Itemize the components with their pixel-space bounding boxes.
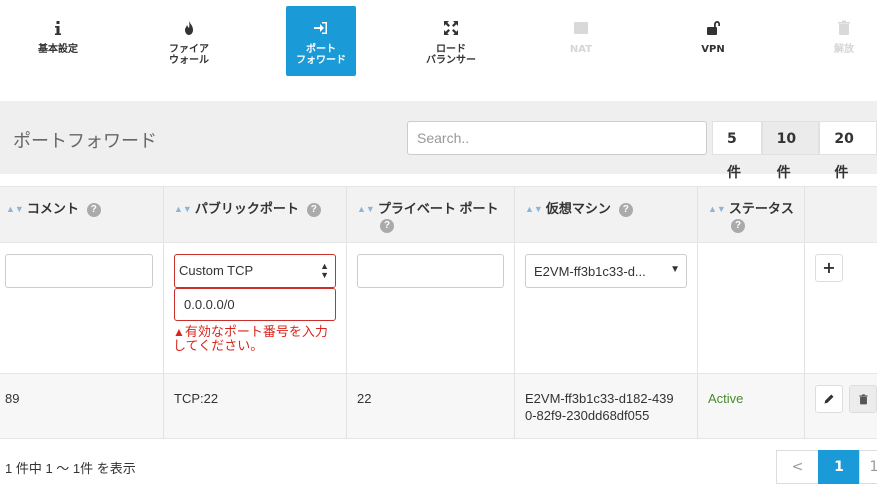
column-status[interactable]: ▲▼ ステータス ? <box>698 187 805 243</box>
vpn-button[interactable]: VPN <box>678 6 748 76</box>
help-icon[interactable]: ? <box>380 219 394 233</box>
row-vm-line-1: E2VM-ff3b1c33-d182-439 <box>525 391 674 406</box>
divider <box>163 243 164 374</box>
private-port-input[interactable] <box>357 254 504 288</box>
search-input[interactable] <box>407 121 707 155</box>
port-forward-label-2: フォワード <box>296 55 346 66</box>
page-size-10-button[interactable]: 10件 <box>761 121 820 181</box>
help-icon[interactable]: ? <box>306 203 321 217</box>
edit-button[interactable] <box>815 385 843 413</box>
page-size-group: 5件 10件 20件 <box>712 121 877 181</box>
column-vm-label: 仮想マシン <box>545 201 611 216</box>
caret-down-icon: ▼ <box>670 264 680 275</box>
sort-icon: ▲▼ <box>174 204 192 214</box>
cidr-input-value: 0.0.0.0/0 <box>184 297 235 312</box>
select-arrows-icon: ▲ ▼ <box>320 261 329 280</box>
nat-label: NAT <box>569 44 593 55</box>
protocol-select-value: Custom TCP <box>179 263 254 278</box>
column-private-port[interactable]: ▲▼ プライベート ポート ? <box>347 187 515 243</box>
release-label: 解放 <box>834 44 854 55</box>
trash-icon <box>858 389 869 408</box>
divider <box>697 243 698 374</box>
warning-icon: ▲ <box>173 325 185 339</box>
divider <box>346 243 347 374</box>
page-title: ポートフォワード <box>13 131 157 151</box>
divider <box>697 374 698 439</box>
divider <box>804 374 805 439</box>
sort-icon: ▲▼ <box>525 204 543 214</box>
sign-in-icon <box>286 20 356 40</box>
load-balancer-button[interactable]: ロード バランサー <box>416 6 486 76</box>
nat-icon <box>546 20 616 40</box>
port-error-message: ▲有効なポート番号を入力してください。 <box>173 325 338 352</box>
column-private-port-label: プライベート ポート <box>377 201 499 216</box>
port-forward-button[interactable]: ポート フォワード <box>286 6 356 76</box>
row-public-port: TCP:22 <box>174 391 219 406</box>
pagination-info: 1 件中 1 ～ 1件 を表示 <box>5 461 136 476</box>
firewall-label-2: ウォール <box>169 55 209 66</box>
page-size-5-button[interactable]: 5件 <box>712 121 762 181</box>
divider <box>163 374 164 439</box>
basic-settings-button[interactable]: 基本設定 <box>23 6 93 76</box>
help-icon[interactable]: ? <box>618 203 633 217</box>
prev-page-button[interactable]: < <box>776 450 819 484</box>
column-comment-label: コメント <box>26 201 79 216</box>
port-forward-label-1: ポート <box>306 44 336 55</box>
help-icon[interactable]: ? <box>86 203 101 217</box>
title-bar: ポートフォワード 5件 10件 20件 <box>0 101 877 181</box>
sort-icon: ▲▼ <box>6 204 24 214</box>
column-actions <box>805 187 877 243</box>
cidr-input[interactable]: 0.0.0.0/0 <box>174 288 336 321</box>
firewall-label-1: ファイア <box>169 44 209 55</box>
info-icon <box>23 20 93 40</box>
help-icon[interactable]: ? <box>731 219 745 233</box>
page-1-button[interactable]: 1 <box>818 450 860 484</box>
divider <box>804 243 805 374</box>
fire-icon <box>154 20 224 40</box>
sort-icon: ▲▼ <box>357 204 375 214</box>
vm-select[interactable]: E2VM-ff3b1c33-d... ▼ <box>525 254 687 288</box>
row-status: Active <box>708 391 744 406</box>
firewall-button[interactable]: ファイア ウォール <box>154 6 224 76</box>
next-page-button[interactable]: 1 <box>859 450 877 484</box>
table-header: ▲▼ コメント? ▲▼ パブリックポート? ▲▼ プライベート ポート ? ▲▼ 仮想マ… <box>0 186 877 243</box>
page-size-20-button[interactable]: 20件 <box>819 121 877 181</box>
top-toolbar: 基本設定 ファイア ウォール ポート フォワード ロード バランサー NAT V… <box>0 0 877 100</box>
table-row: 89 TCP:22 22 E2VM-ff3b1c33-d182-439 0-82… <box>0 373 877 439</box>
protocol-select[interactable]: Custom TCP ▲ ▼ <box>174 254 336 288</box>
row-vm: E2VM-ff3b1c33-d182-439 0-82f9-230dd68df0… <box>525 390 674 424</box>
vm-select-value: E2VM-ff3b1c33-d... <box>534 264 646 279</box>
divider <box>346 374 347 439</box>
pencil-icon <box>823 389 835 408</box>
nat-button[interactable]: NAT <box>546 6 616 76</box>
load-balancer-label-1: ロード <box>436 44 466 55</box>
basic-settings-label: 基本設定 <box>38 44 78 55</box>
divider <box>514 243 515 374</box>
sort-icon: ▲▼ <box>708 204 726 214</box>
delete-button[interactable] <box>849 385 877 413</box>
add-rule-button[interactable]: + <box>815 254 843 282</box>
row-comment: 89 <box>5 391 20 406</box>
column-public-port-label: パブリックポート <box>194 201 299 216</box>
vpn-label: VPN <box>701 44 725 55</box>
new-rule-row: Custom TCP ▲ ▼ 0.0.0.0/0 ▲有効なポート番号を入力してくだ… <box>0 242 877 374</box>
column-status-label: ステータス <box>728 201 794 216</box>
row-vm-line-2: 0-82f9-230dd68df055 <box>525 408 650 423</box>
release-button[interactable]: 解放 <box>809 6 877 76</box>
expand-arrows-icon <box>416 20 486 40</box>
load-balancer-label-2: バランサー <box>426 55 476 66</box>
divider <box>514 374 515 439</box>
trash-icon <box>809 20 877 40</box>
column-vm[interactable]: ▲▼ 仮想マシン? <box>515 187 698 243</box>
row-private-port: 22 <box>357 391 372 406</box>
port-error-text: 有効なポート番号を入力してください。 <box>173 324 328 353</box>
comment-input[interactable] <box>5 254 153 288</box>
column-public-port[interactable]: ▲▼ パブリックポート? <box>164 187 347 243</box>
column-comment[interactable]: ▲▼ コメント? <box>0 187 164 243</box>
unlock-icon <box>678 20 748 40</box>
